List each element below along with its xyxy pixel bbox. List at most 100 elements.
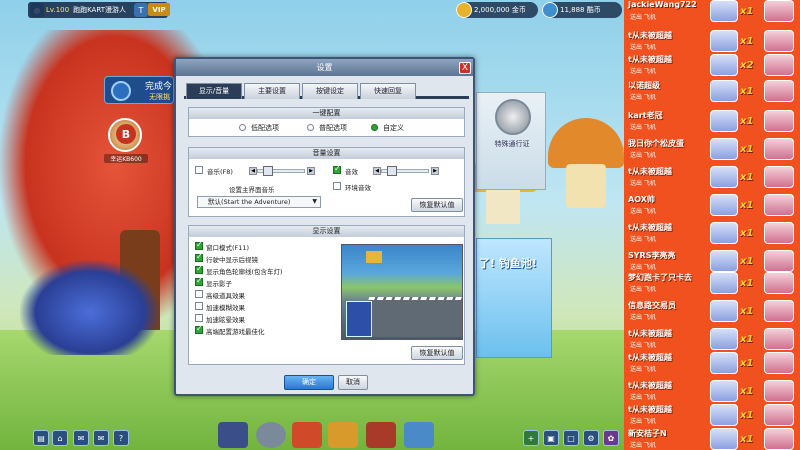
ambient-label: 环境音效 bbox=[345, 184, 371, 192]
preset-custom-radio[interactable] bbox=[371, 124, 378, 131]
boost-blur-checkbox[interactable] bbox=[195, 302, 203, 310]
preset-custom-label: 自定义 bbox=[383, 124, 404, 132]
store-icon[interactable] bbox=[328, 422, 358, 448]
menu-icon[interactable]: ▤ bbox=[33, 430, 49, 446]
chat-username: t从未被超越 bbox=[628, 381, 672, 390]
dialog-title: 设置 bbox=[176, 59, 473, 76]
gift-icon bbox=[710, 30, 738, 52]
lucky-coin-button[interactable]: B bbox=[108, 118, 142, 152]
rearview-checkbox[interactable] bbox=[195, 252, 203, 262]
gift-icon[interactable]: ✉ bbox=[73, 430, 89, 446]
coin-amount: 2,000,000 金币 bbox=[474, 6, 526, 14]
chat-text: 送出 飞机 bbox=[630, 418, 656, 425]
close-button[interactable]: X bbox=[459, 62, 471, 74]
gift-icon bbox=[710, 428, 738, 450]
gold-coin-icon bbox=[456, 2, 472, 18]
fishing-event-panel[interactable]: 了! 钓鱼池! bbox=[476, 238, 552, 358]
gift-count: x1 bbox=[740, 172, 754, 183]
pass-panel[interactable]: 特殊通行证 bbox=[476, 92, 546, 190]
preset-low-radio[interactable] bbox=[239, 124, 246, 131]
music-volume-slider[interactable]: ◀ ▶ bbox=[249, 166, 325, 176]
music-label: 音乐(F8) bbox=[207, 168, 233, 176]
screen-icon[interactable]: □ bbox=[563, 430, 579, 446]
tab-quick-reply[interactable]: 快速回复 bbox=[360, 83, 416, 99]
gift-count: x1 bbox=[740, 434, 754, 445]
chat-text: 送出 飞机 bbox=[630, 342, 656, 349]
theme-music-select[interactable]: 默认(Start the Adventure) ▼ bbox=[197, 196, 321, 208]
quest-banner[interactable]: 完成今 无限挑 bbox=[104, 76, 174, 104]
chat-icon[interactable]: ▣ bbox=[543, 430, 559, 446]
gift-count: x1 bbox=[740, 144, 754, 155]
title-icon[interactable]: T bbox=[134, 3, 148, 17]
theme-music-value: 默认(Start the Adventure) bbox=[208, 198, 291, 206]
sfx-volume-thumb[interactable] bbox=[387, 166, 397, 176]
display-section: 显示设置 窗口模式(F11) 行驶中显示后视镜 显示角色轮廓线(包含车灯) 显示… bbox=[188, 225, 465, 365]
player-nickname: 跑跑KART漫游人 bbox=[73, 6, 126, 14]
preset-normal-radio[interactable] bbox=[307, 124, 314, 131]
gift-count: x1 bbox=[740, 200, 754, 211]
music-volume-up[interactable]: ▶ bbox=[307, 167, 315, 175]
preset-normal-label: 普配选项 bbox=[319, 124, 347, 132]
k-coin-icon bbox=[542, 2, 558, 18]
display-reset-button[interactable]: 恢复默认值 bbox=[411, 346, 463, 360]
sfx-volume-slider[interactable]: ◀ ▶ bbox=[373, 166, 449, 176]
display-header: 显示设置 bbox=[189, 226, 464, 237]
avatar-icon bbox=[764, 404, 794, 426]
gift-count: x1 bbox=[740, 306, 754, 317]
theme-music-label: 设置主界面音乐 bbox=[229, 186, 275, 194]
outline-checkbox[interactable] bbox=[195, 264, 203, 274]
ok-button[interactable]: 确定 bbox=[284, 375, 334, 390]
shadow-checkbox[interactable] bbox=[195, 276, 203, 286]
sfx-checkbox[interactable] bbox=[333, 164, 341, 174]
chat-username: t从未被超越 bbox=[628, 405, 672, 414]
avatar-icon bbox=[764, 80, 794, 102]
vip-badge[interactable]: VIP bbox=[148, 3, 170, 16]
shop-icon[interactable] bbox=[292, 422, 322, 448]
settings-icon[interactable]: ⚙ bbox=[583, 430, 599, 446]
play-icon[interactable] bbox=[111, 81, 131, 101]
chat-text: 送出 飞机 bbox=[630, 366, 656, 373]
sfx-volume-down[interactable]: ◀ bbox=[373, 167, 381, 175]
shadow-label: 显示影子 bbox=[206, 280, 232, 288]
tab-main-settings[interactable]: 主要设置 bbox=[244, 83, 300, 99]
gift-icon bbox=[710, 0, 738, 22]
exit-icon[interactable]: ✿ bbox=[603, 430, 619, 446]
workshop-icon[interactable] bbox=[404, 422, 434, 448]
music-volume-thumb[interactable] bbox=[263, 166, 273, 176]
mail-icon[interactable]: ✉ bbox=[93, 430, 109, 446]
settings-tabs: 显示/音量 主要设置 按键设定 快速回复 bbox=[184, 83, 469, 99]
chat-username: 新安桔子N bbox=[628, 429, 667, 438]
sfx-volume-up[interactable]: ▶ bbox=[431, 167, 439, 175]
gift-count: x1 bbox=[740, 228, 754, 239]
lucky-coin-label: 幸运KB600 bbox=[104, 154, 148, 163]
b-coin-icon: B bbox=[116, 124, 136, 144]
kart-garage-icon[interactable] bbox=[218, 422, 248, 448]
race-icon[interactable] bbox=[256, 422, 286, 448]
add-friend-icon[interactable]: + bbox=[523, 430, 539, 446]
optimize-checkbox[interactable] bbox=[195, 324, 203, 334]
treasure-icon[interactable] bbox=[366, 422, 396, 448]
chat-text: 送出 飞机 bbox=[630, 180, 656, 187]
boost-dizzy-checkbox[interactable] bbox=[195, 314, 203, 322]
chat-username: SYRS李亮亮 bbox=[628, 251, 676, 260]
point-amount: 11,888 酷币 bbox=[560, 6, 601, 14]
gift-count: x1 bbox=[740, 86, 754, 97]
tab-display-volume[interactable]: 显示/音量 bbox=[186, 83, 242, 99]
avatar-icon bbox=[764, 194, 794, 216]
quest-title: 完成今 bbox=[145, 82, 173, 92]
gift-count: x1 bbox=[740, 36, 754, 47]
chat-text: 送出 飞机 bbox=[630, 208, 656, 215]
chat-username: t从未被超越 bbox=[628, 329, 672, 338]
music-checkbox[interactable] bbox=[195, 166, 203, 174]
audio-reset-button[interactable]: 恢复默认值 bbox=[411, 198, 463, 212]
pass-label: 特殊通行证 bbox=[494, 140, 530, 148]
boost-blur-label: 加速模糊效果 bbox=[206, 304, 245, 312]
ambient-checkbox[interactable] bbox=[333, 182, 341, 190]
tab-key-settings[interactable]: 按键设定 bbox=[302, 83, 358, 99]
help-icon[interactable]: ? bbox=[113, 430, 129, 446]
item-effect-checkbox[interactable] bbox=[195, 290, 203, 298]
cancel-button[interactable]: 取消 bbox=[338, 375, 368, 390]
home-icon[interactable]: ⌂ bbox=[52, 430, 68, 446]
window-mode-checkbox[interactable] bbox=[195, 240, 203, 250]
music-volume-down[interactable]: ◀ bbox=[249, 167, 257, 175]
